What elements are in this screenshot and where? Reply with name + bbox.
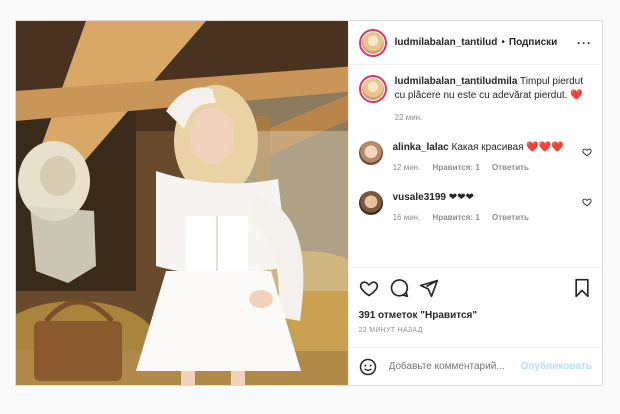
share-icon[interactable] [419, 278, 439, 298]
commenter-avatar[interactable] [358, 141, 383, 165]
smile-icon[interactable] [359, 358, 377, 376]
comment-like-heart-icon[interactable] [582, 147, 592, 157]
comment-input[interactable] [388, 361, 521, 372]
instagram-post-card: ludmilabalan_tantilud • Подписки ··· lud… [15, 20, 603, 386]
likes-count[interactable]: 391 отметок "Нравится" [359, 310, 592, 321]
comment-likes[interactable]: Нравится: 1 [433, 163, 480, 172]
comment-likes[interactable]: Нравится: 1 [433, 213, 480, 222]
comment-username[interactable]: vusale3199 [393, 192, 446, 203]
reply-button[interactable]: Ответить [492, 213, 529, 222]
comment-icon[interactable] [389, 278, 409, 298]
post-caption: ludmilabalan_tantiludmila Timpul pierdut… [358, 75, 592, 125]
bookmark-icon[interactable] [572, 278, 592, 298]
heart-icon[interactable] [359, 278, 379, 298]
comment-like-heart-icon[interactable] [582, 197, 592, 207]
comments-list[interactable]: ludmilabalan_tantiludmila Timpul pierdut… [349, 65, 602, 267]
add-comment-bar: Опубликовать [348, 347, 602, 385]
comment-item: alinka_lalac Какая красивая ❤️❤️❤️ 12 ми… [358, 141, 592, 175]
caption-username[interactable]: ludmilabalan_tantiludmila [395, 76, 518, 87]
follow-button[interactable]: Подписки [509, 37, 557, 48]
comment-username[interactable]: alinka_lalac [393, 142, 449, 153]
comment-time[interactable]: 16 мин. [393, 213, 421, 222]
comment-text: ❤❤❤ [448, 192, 474, 203]
post-photo-image [16, 21, 348, 385]
comment-item: vusale3199 ❤❤❤ 16 мин. Нравится: 1 Ответ… [358, 191, 592, 225]
more-options-icon[interactable]: ··· [577, 36, 592, 50]
post-photo[interactable] [16, 21, 348, 385]
separator-dot: • [501, 37, 505, 48]
commenter-avatar[interactable] [358, 191, 383, 215]
author-username[interactable]: ludmilabalan_tantilud [395, 37, 498, 48]
caption-time[interactable]: 22 мин. [395, 111, 592, 125]
caption-avatar[interactable] [358, 75, 387, 103]
comment-text: Какая красивая ❤️❤️❤️ [451, 142, 564, 153]
post-timestamp[interactable]: 22 МИНУТ НАЗАД [359, 327, 592, 334]
author-avatar[interactable] [358, 28, 387, 57]
action-icons [359, 276, 592, 300]
post-header: ludmilabalan_tantilud • Подписки ··· [348, 21, 602, 65]
publish-button[interactable]: Опубликовать [521, 361, 592, 372]
reply-button[interactable]: Ответить [492, 163, 529, 172]
comment-time[interactable]: 12 мин. [393, 163, 421, 172]
post-actions: 391 отметок "Нравится" 22 МИНУТ НАЗАД [348, 267, 602, 347]
post-sidebar: ludmilabalan_tantilud • Подписки ··· lud… [347, 21, 602, 385]
